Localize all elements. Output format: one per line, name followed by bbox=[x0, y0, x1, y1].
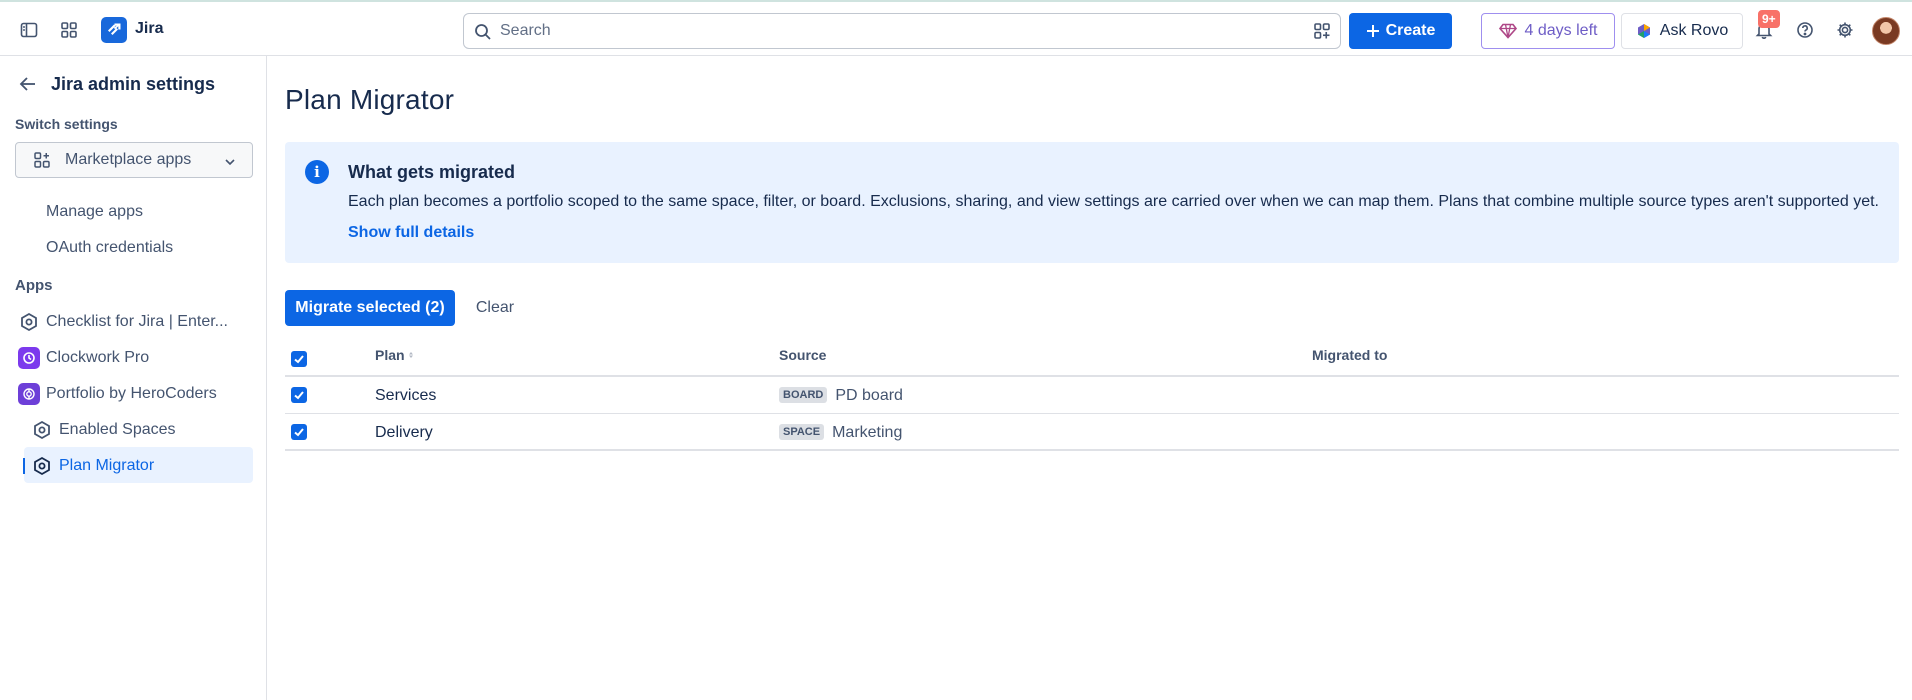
plan-name: Delivery bbox=[375, 424, 433, 441]
info-body: Each plan becomes a portfolio scoped to … bbox=[348, 193, 1879, 210]
sidebar-item-label: Portfolio by HeroCoders bbox=[46, 385, 217, 402]
checkmark-icon bbox=[294, 391, 304, 400]
info-icon: i bbox=[305, 160, 329, 184]
select-all-checkbox[interactable] bbox=[291, 351, 307, 367]
source-type-lozenge: SPACE bbox=[779, 424, 825, 440]
sidebar-item-checklist-for-jira[interactable]: Checklist for Jira | Enter... bbox=[18, 311, 228, 333]
checkmark-icon bbox=[294, 428, 304, 437]
search-icon bbox=[474, 23, 492, 46]
row-checkbox[interactable] bbox=[291, 424, 307, 440]
column-header-label: Plan bbox=[375, 347, 405, 363]
page-title: Plan Migrator bbox=[285, 84, 455, 115]
hexagon-icon bbox=[31, 419, 53, 441]
source-name: PD board bbox=[835, 387, 903, 404]
sidebar-item-label: Checklist for Jira | Enter... bbox=[46, 313, 228, 330]
clockwork-logo-icon bbox=[18, 347, 40, 369]
app-switcher-icon[interactable] bbox=[55, 16, 83, 44]
table-row[interactable]: Delivery SPACE Marketing bbox=[285, 414, 1899, 451]
info-title: What gets migrated bbox=[348, 162, 516, 182]
plan-name: Services bbox=[375, 387, 437, 404]
source-name: Marketing bbox=[832, 424, 903, 441]
source-type-lozenge: BOARD bbox=[779, 387, 828, 403]
user-avatar[interactable] bbox=[1872, 17, 1900, 45]
show-full-details-link[interactable]: Show full details bbox=[348, 224, 474, 242]
search-box[interactable] bbox=[463, 13, 1341, 49]
plus-icon bbox=[1366, 25, 1379, 37]
rovo-label: Ask Rovo bbox=[1659, 22, 1729, 39]
top-navigation: Jira Create 4 days left Ask Rovo 9+ bbox=[0, 0, 1912, 56]
sidebar-item-label: Manage apps bbox=[46, 203, 143, 220]
column-header-source: Source bbox=[779, 347, 827, 363]
rovo-icon bbox=[1637, 24, 1650, 38]
column-header-plan[interactable]: Plan bbox=[375, 347, 414, 363]
portfolio-logo-icon bbox=[18, 383, 40, 405]
active-indicator bbox=[23, 458, 25, 474]
sidebar-item-enabled-spaces[interactable]: Enabled Spaces bbox=[31, 419, 176, 441]
trial-button[interactable]: 4 days left bbox=[1481, 13, 1615, 49]
switch-settings-dropdown[interactable]: Marketplace apps bbox=[15, 142, 253, 178]
sidebar-item-portfolio-by-herocoders[interactable]: Portfolio by HeroCoders bbox=[18, 383, 217, 405]
sort-icon bbox=[409, 352, 414, 358]
table-header: Plan Source Migrated to bbox=[285, 340, 1899, 377]
trial-label: 4 days left bbox=[1524, 22, 1598, 39]
back-arrow-icon[interactable] bbox=[18, 74, 38, 99]
settings-gear-icon[interactable] bbox=[1831, 16, 1859, 44]
notification-count-badge: 9+ bbox=[1758, 10, 1780, 28]
table-row[interactable]: Services BOARD PD board bbox=[285, 377, 1899, 414]
column-header-migrated-to: Migrated to bbox=[1312, 347, 1388, 363]
diamond-icon bbox=[1498, 23, 1517, 39]
hexagon-icon bbox=[31, 455, 53, 477]
sidebar-item-manage-apps[interactable]: Manage apps bbox=[46, 203, 143, 221]
admin-sidebar: Jira admin settings Switch settings Mark… bbox=[0, 56, 267, 700]
help-icon[interactable] bbox=[1791, 16, 1819, 44]
clear-button[interactable]: Clear bbox=[467, 290, 523, 326]
plan-source: BOARD PD board bbox=[779, 387, 903, 405]
sidebar-item-plan-migrator[interactable]: Plan Migrator bbox=[31, 455, 154, 477]
app-name[interactable]: Jira bbox=[135, 20, 163, 38]
info-banner: i What gets migrated Each plan becomes a… bbox=[285, 142, 1899, 263]
switch-settings-label: Switch settings bbox=[15, 116, 118, 132]
sidebar-item-clockwork-pro[interactable]: Clockwork Pro bbox=[18, 347, 149, 369]
switch-settings-value: Marketplace apps bbox=[65, 151, 192, 168]
chevron-down-icon bbox=[224, 155, 236, 173]
sidebar-toggle-icon[interactable] bbox=[15, 16, 43, 44]
plan-source: SPACE Marketing bbox=[779, 424, 902, 442]
apps-section-label: Apps bbox=[15, 277, 53, 294]
apps-icon bbox=[34, 152, 50, 168]
row-checkbox[interactable] bbox=[291, 387, 307, 403]
sidebar-item-oauth-credentials[interactable]: OAuth credentials bbox=[46, 239, 173, 257]
create-label: Create bbox=[1385, 22, 1436, 39]
sidebar-item-label: Enabled Spaces bbox=[59, 421, 176, 438]
sidebar-title: Jira admin settings bbox=[51, 74, 216, 94]
jira-logo-icon[interactable] bbox=[101, 17, 127, 43]
search-input[interactable] bbox=[500, 14, 1280, 48]
sidebar-item-label: Clockwork Pro bbox=[46, 349, 150, 366]
sidebar-item-label: OAuth credentials bbox=[46, 239, 174, 256]
sidebar-item-label: Plan Migrator bbox=[59, 457, 155, 474]
app-hexagon-icon bbox=[18, 311, 40, 333]
ask-rovo-button[interactable]: Ask Rovo bbox=[1621, 13, 1743, 49]
search-apps-icon[interactable] bbox=[1313, 22, 1331, 45]
migrate-selected-button[interactable]: Migrate selected (2) bbox=[285, 290, 455, 326]
checkmark-icon bbox=[294, 355, 304, 364]
create-button[interactable]: Create bbox=[1349, 13, 1452, 49]
